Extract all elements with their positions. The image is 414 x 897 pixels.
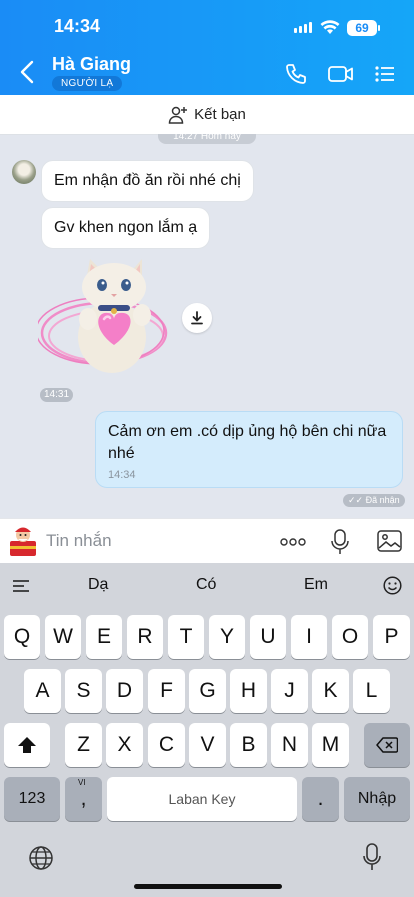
key-b[interactable]: B (230, 723, 267, 767)
delivery-status: ✓✓ Đã nhận (343, 494, 405, 507)
comma-key[interactable]: VI , (65, 777, 102, 821)
wifi-icon (320, 20, 340, 34)
message-text: Em nhận đồ ăn rồi nhé chị (54, 172, 241, 189)
outgoing-message[interactable]: Cảm ơn em .có dịp ủng hộ bên chi nữa nhé… (95, 411, 403, 488)
suggestion-item[interactable]: Dạ (88, 576, 108, 594)
download-button[interactable] (182, 303, 212, 333)
cellular-signal-icon (294, 22, 312, 33)
keyboard-menu-icon[interactable] (12, 579, 30, 593)
menu-list-icon[interactable] (374, 62, 396, 86)
key-q[interactable]: Q (4, 615, 40, 659)
download-icon (191, 311, 203, 325)
back-arrow-icon[interactable] (16, 58, 40, 86)
comma-key-label: , (80, 787, 87, 810)
key-j[interactable]: J (271, 669, 308, 713)
key-z[interactable]: Z (65, 723, 102, 767)
message-time: 14:34 (108, 469, 136, 481)
key-u[interactable]: U (250, 615, 286, 659)
battery-icon: 69 (347, 20, 380, 36)
photo-icon[interactable] (377, 530, 402, 552)
more-options-icon[interactable] (280, 538, 306, 546)
video-call-icon[interactable] (327, 62, 355, 86)
sticker-timestamp: 14:31 (40, 388, 74, 402)
keyboard: Dạ Có Em Q W E R T Y U I O P A S D F G H… (0, 563, 414, 897)
key-x[interactable]: X (106, 723, 143, 767)
incoming-message[interactable]: Gv khen ngon lắm ạ (41, 207, 211, 249)
globe-icon[interactable] (28, 845, 54, 871)
incoming-message[interactable]: Em nhận đồ ăn rồi nhé chị (41, 160, 254, 202)
message-input[interactable]: Tin nhắn (46, 531, 112, 551)
sticker-icon[interactable] (6, 523, 40, 559)
chat-header: 14:34 69 Hà Giang NGƯỜI LẠ (0, 0, 414, 95)
backspace-icon (376, 737, 398, 753)
numbers-key[interactable]: 123 (4, 777, 60, 821)
key-a[interactable]: A (24, 669, 61, 713)
key-p[interactable]: P (373, 615, 410, 659)
backspace-key[interactable] (364, 723, 410, 767)
key-h[interactable]: H (230, 669, 267, 713)
period-key[interactable]: . (302, 777, 339, 821)
status-bar: 14:34 69 (0, 14, 414, 42)
return-key[interactable]: Nhập (344, 777, 410, 821)
dictation-mic-icon[interactable] (362, 843, 382, 873)
key-y[interactable]: Y (209, 615, 245, 659)
shift-key[interactable] (4, 723, 50, 767)
stranger-badge: NGƯỜI LẠ (52, 76, 123, 91)
key-i[interactable]: I (291, 615, 327, 659)
key-v[interactable]: V (189, 723, 226, 767)
key-e[interactable]: E (86, 615, 122, 659)
emoji-icon[interactable] (383, 576, 402, 595)
language-hint: VI (78, 778, 86, 787)
home-indicator (134, 884, 282, 889)
key-r[interactable]: R (127, 615, 163, 659)
key-s[interactable]: S (65, 669, 102, 713)
phone-call-icon[interactable] (284, 62, 308, 86)
space-key[interactable]: Laban Key (107, 777, 297, 821)
key-f[interactable]: F (148, 669, 185, 713)
delivery-status-label: Đã nhận (365, 495, 400, 505)
add-friend-label: Kết bạn (194, 106, 246, 123)
key-o[interactable]: O (332, 615, 368, 659)
add-friend-button[interactable]: Kết bạn (0, 95, 414, 135)
key-m[interactable]: M (312, 723, 349, 767)
suggestion-item[interactable]: Em (304, 576, 328, 594)
message-text: Cảm ơn em .có dịp ủng hộ bên chi nữa nhé (108, 423, 387, 462)
suggestion-bar: Dạ Có Em (0, 563, 414, 607)
suggestion-item[interactable]: Có (196, 576, 216, 594)
key-d[interactable]: D (106, 669, 143, 713)
voice-input-icon[interactable] (330, 529, 350, 555)
contact-name[interactable]: Hà Giang (52, 54, 131, 75)
key-w[interactable]: W (45, 615, 81, 659)
contact-avatar[interactable] (12, 160, 36, 184)
date-separator: 14:27 Hôm nay (158, 134, 256, 144)
key-g[interactable]: G (189, 669, 226, 713)
cat-heart-sticker[interactable] (38, 253, 172, 383)
key-t[interactable]: T (168, 615, 204, 659)
key-n[interactable]: N (271, 723, 308, 767)
key-k[interactable]: K (312, 669, 349, 713)
status-time: 14:34 (54, 16, 101, 36)
add-user-icon (168, 106, 188, 124)
key-c[interactable]: C (148, 723, 185, 767)
key-l[interactable]: L (353, 669, 390, 713)
shift-icon (18, 737, 36, 753)
message-text: Gv khen ngon lắm ạ (54, 219, 198, 236)
message-composer: Tin nhắn (0, 518, 414, 563)
